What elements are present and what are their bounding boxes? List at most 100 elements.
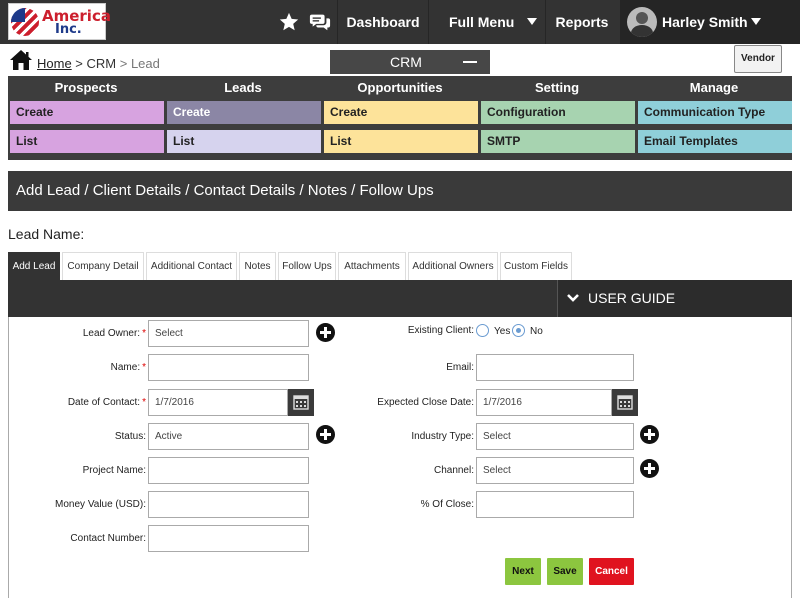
channel-select[interactable]: Select — [476, 457, 634, 484]
page-title: Add Lead / Client Details / Contact Deta… — [8, 171, 792, 211]
america-inc-logo[interactable]: America Inc. — [8, 3, 111, 40]
tab-company-detail[interactable]: Company Detail — [62, 252, 144, 280]
user-guide-label: USER GUIDE — [588, 290, 676, 306]
industry-type-label: Industry Type: — [411, 431, 474, 442]
percent-close-input[interactable] — [476, 491, 634, 518]
expected-close-date-calendar-button[interactable] — [612, 389, 638, 416]
email-label: Email: — [446, 362, 474, 373]
home-icon[interactable] — [9, 49, 33, 71]
percent-close-label: % Of Close: — [420, 499, 474, 510]
nav-full-menu-label: Full Menu — [449, 14, 515, 30]
menu-heading-opportunities: Opportunities — [357, 80, 443, 95]
menu-heading-leads: Leads — [224, 80, 262, 95]
menu-manage-communication-type[interactable]: Communication Type — [638, 101, 792, 124]
breadcrumb: Home > CRM > Lead — [37, 56, 160, 71]
date-of-contact-label: Date of Contact: * — [40, 397, 146, 408]
name-label-text: Name: — [110, 362, 141, 373]
menu-leads-list[interactable]: List — [167, 130, 321, 153]
user-guide-toggle[interactable]: USER GUIDE — [557, 280, 792, 317]
add-channel-plus-icon[interactable] — [640, 459, 659, 478]
menu-opportunities-create[interactable]: Create — [324, 101, 478, 124]
expected-close-date-input[interactable]: 1/7/2016 — [476, 389, 612, 416]
tab-attachments[interactable]: Attachments — [338, 252, 406, 280]
tab-additional-contact[interactable]: Additional Contact — [146, 252, 237, 280]
menu-prospects-create[interactable]: Create — [10, 101, 164, 124]
user-menu[interactable]: Harley Smith — [620, 0, 800, 44]
avatar — [627, 7, 657, 37]
industry-type-select[interactable]: Select — [476, 423, 634, 450]
flag-globe-icon — [11, 8, 39, 36]
date-of-contact-calendar-button[interactable] — [288, 389, 314, 416]
menu-setting-configuration[interactable]: Configuration — [481, 101, 635, 124]
crm-panel-tab[interactable]: CRM — [330, 50, 490, 74]
email-input[interactable] — [476, 354, 634, 381]
top-navigation-bar: America Inc. Dashboard Full Menu Reports… — [0, 0, 800, 44]
contact-number-input[interactable] — [148, 525, 309, 552]
project-name-input[interactable] — [148, 457, 309, 484]
crm-module-menu: Prospects Leads Opportunities Setting Ma… — [8, 76, 792, 160]
crm-panel-title: CRM — [390, 54, 422, 70]
breadcrumb-current: Lead — [130, 56, 160, 71]
lead-name-label: Lead Name: — [8, 226, 85, 242]
nav-reports[interactable]: Reports — [546, 0, 618, 44]
cancel-button[interactable]: Cancel — [589, 558, 634, 585]
next-button[interactable]: Next — [505, 558, 541, 585]
menu-heading-prospects: Prospects — [54, 80, 118, 95]
tab-additional-owners[interactable]: Additional Owners — [408, 252, 498, 280]
contact-number-label: Contact Number: — [70, 533, 146, 544]
project-name-label: Project Name: — [82, 465, 146, 476]
menu-prospects-list[interactable]: List — [10, 130, 164, 153]
caret-down-icon — [751, 18, 761, 25]
name-label: Name: * — [40, 362, 146, 373]
money-value-input[interactable] — [148, 491, 309, 518]
user-name: Harley Smith — [662, 14, 748, 30]
existing-client-yes-label: Yes — [494, 326, 511, 337]
lead-owner-label-text: Lead Owner: — [82, 328, 141, 339]
date-of-contact-label-text: Date of Contact: — [67, 397, 141, 408]
minimize-icon[interactable] — [463, 61, 477, 63]
tab-notes[interactable]: Notes — [239, 252, 276, 280]
nav-dashboard[interactable]: Dashboard — [338, 0, 428, 44]
existing-client-no-label: No — [530, 326, 543, 337]
vendor-button[interactable]: Vendor — [734, 45, 782, 73]
star-icon[interactable] — [278, 11, 300, 33]
lead-owner-select[interactable]: Select — [148, 320, 309, 347]
menu-heading-setting: Setting — [534, 80, 580, 95]
name-input[interactable] — [148, 354, 309, 381]
channel-label: Channel: — [433, 465, 474, 476]
chevron-down-icon — [567, 294, 579, 302]
date-of-contact-input[interactable]: 1/7/2016 — [148, 389, 288, 416]
add-lead-owner-plus-icon[interactable] — [316, 323, 335, 342]
add-status-plus-icon[interactable] — [316, 425, 335, 444]
tab-custom-fields[interactable]: Custom Fields — [500, 252, 572, 280]
menu-opportunities-list[interactable]: List — [324, 130, 478, 153]
breadcrumb-separator: > — [116, 56, 131, 71]
status-select[interactable]: Active — [148, 423, 309, 450]
tab-follow-ups[interactable]: Follow Ups — [278, 252, 336, 280]
calendar-icon — [617, 395, 633, 410]
tab-add-lead[interactable]: Add Lead — [8, 252, 60, 280]
existing-client-label: Existing Client: — [407, 325, 474, 336]
breadcrumb-crm[interactable]: CRM — [87, 56, 117, 71]
required-mark: * — [142, 397, 146, 408]
breadcrumb-home-link[interactable]: Home — [37, 56, 72, 71]
nav-full-menu[interactable]: Full Menu — [429, 0, 545, 44]
lead-owner-label: Lead Owner: * — [40, 328, 146, 339]
breadcrumb-separator: > — [71, 56, 87, 71]
chat-icon[interactable] — [309, 11, 331, 33]
required-mark: * — [142, 328, 146, 339]
status-label: Status: — [114, 431, 146, 442]
menu-setting-smtp[interactable]: SMTP — [481, 130, 635, 153]
save-button[interactable]: Save — [547, 558, 583, 585]
menu-manage-email-templates[interactable]: Email Templates — [638, 130, 792, 153]
expected-close-date-label: Expected Close Date: — [377, 397, 474, 408]
add-lead-form — [8, 317, 792, 598]
menu-leads-create[interactable]: Create — [167, 101, 321, 124]
existing-client-no-radio[interactable] — [512, 324, 525, 337]
add-industry-type-plus-icon[interactable] — [640, 425, 659, 444]
caret-down-icon — [527, 18, 537, 25]
logo-text-line2: Inc. — [55, 22, 82, 37]
existing-client-yes-radio[interactable] — [476, 324, 489, 337]
menu-heading-manage: Manage — [689, 80, 739, 95]
required-mark: * — [142, 362, 146, 373]
